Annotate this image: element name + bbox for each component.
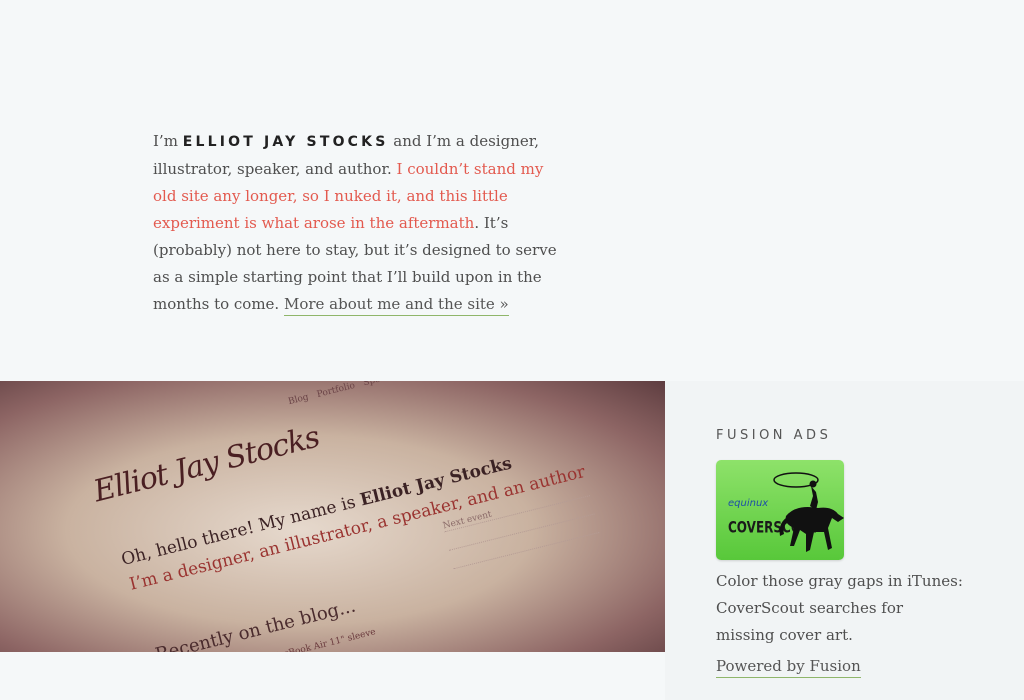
ad-description: Color those gray gaps in iTunes: CoverSc… <box>716 572 963 644</box>
hero-screenshot: Elliot Jay Stocks Blog Portfolio Speakin… <box>0 381 665 652</box>
more-about-link[interactable]: More about me and the site » <box>283 295 509 316</box>
powered-by-fusion-link[interactable]: Powered by Fusion <box>716 657 861 678</box>
ads-heading: FUSION ADS <box>716 428 832 443</box>
hero-content: Elliot Jay Stocks Blog Portfolio Speakin… <box>0 381 665 652</box>
author-name: ELLIOT JAY STOCKS <box>182 134 389 150</box>
hero-nav: Blog Portfolio Speaking <box>287 381 406 408</box>
intro-paragraph: I’m ELLIOT JAY STOCKS and I’m a designer… <box>153 128 558 318</box>
ad-brand: equinux <box>728 498 769 509</box>
intro-prefix: I’m <box>153 132 183 150</box>
hero-logo: Elliot Jay Stocks <box>90 419 323 510</box>
coverscout-ad-image[interactable]: equinux COVERSCOUT <box>716 460 844 560</box>
cowboy-horse-icon <box>773 472 844 552</box>
